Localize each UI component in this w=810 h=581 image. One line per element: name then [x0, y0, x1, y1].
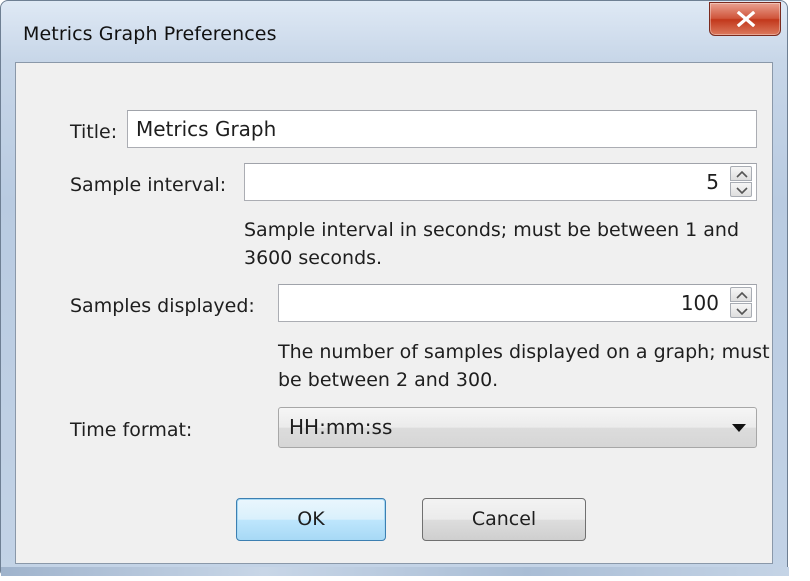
samples-displayed-value: 100: [680, 291, 719, 315]
samples-displayed-spin-buttons: [730, 287, 754, 319]
time-format-selected: HH:mm:ss: [289, 415, 393, 439]
chevron-down-icon: [736, 187, 748, 194]
sample-interval-spinner[interactable]: 5: [244, 163, 757, 201]
sample-interval-increment-button[interactable]: [730, 166, 752, 181]
title-label: Title:: [70, 121, 118, 143]
samples-displayed-label: Samples displayed:: [70, 295, 255, 317]
chevron-up-icon: [736, 171, 748, 178]
time-format-label: Time format:: [70, 419, 193, 441]
window-bottom-frame: [1, 567, 789, 576]
sample-interval-value: 5: [706, 170, 719, 194]
samples-displayed-help: The number of samples displayed on a gra…: [278, 341, 770, 391]
samples-displayed-increment-button[interactable]: [730, 287, 752, 302]
sample-interval-spin-buttons: [730, 166, 754, 198]
cancel-button[interactable]: Cancel: [422, 498, 586, 541]
ok-button[interactable]: OK: [236, 498, 386, 541]
title-input-value: Metrics Graph: [136, 117, 277, 141]
window-title: Metrics Graph Preferences: [23, 23, 277, 45]
chevron-up-icon: [736, 292, 748, 299]
close-icon: [736, 11, 756, 27]
title-input[interactable]: Metrics Graph: [127, 110, 757, 148]
caret-down-icon: [732, 424, 746, 432]
close-button[interactable]: [709, 2, 781, 36]
sample-interval-decrement-button[interactable]: [730, 182, 752, 197]
samples-displayed-decrement-button[interactable]: [730, 303, 752, 318]
dialog-body: Title: Metrics Graph Sample interval: 5 …: [15, 62, 773, 564]
sample-interval-label: Sample interval:: [70, 174, 227, 196]
dialog-window: Metrics Graph Preferences Title: Metrics…: [0, 0, 789, 576]
samples-displayed-spinner[interactable]: 100: [278, 284, 757, 322]
chevron-down-icon: [736, 308, 748, 315]
time-format-dropdown[interactable]: HH:mm:ss: [278, 407, 757, 448]
sample-interval-help: Sample interval in seconds; must be betw…: [244, 219, 740, 269]
